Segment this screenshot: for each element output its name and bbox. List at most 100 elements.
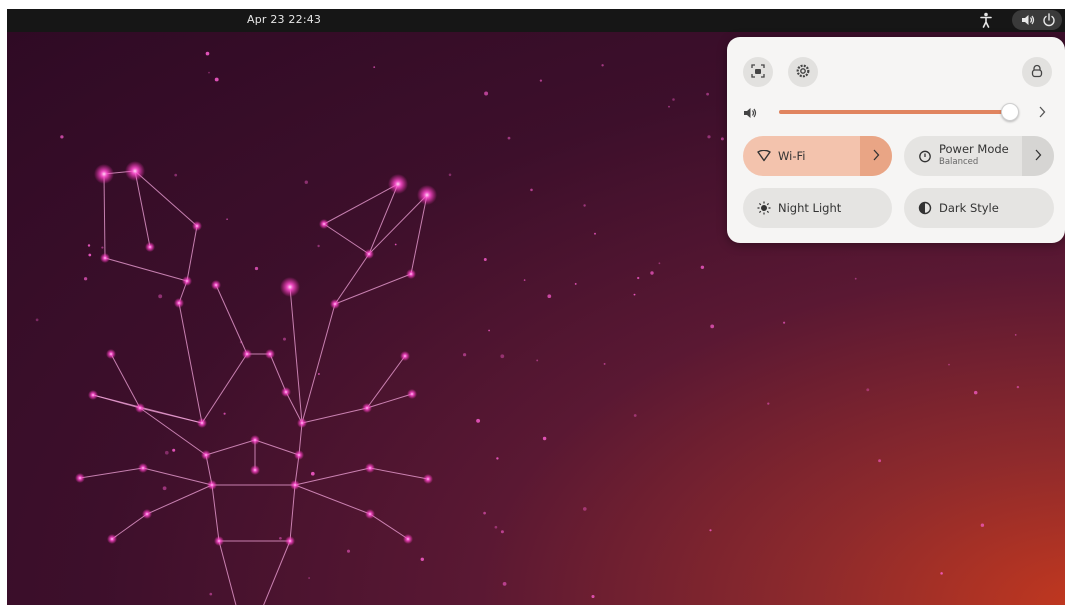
constellation-line <box>263 540 291 605</box>
volume-row <box>741 101 1051 123</box>
constellation-line <box>92 394 203 424</box>
background-star <box>583 204 586 207</box>
constellation-star <box>182 276 192 286</box>
constellation-line <box>215 284 248 355</box>
background-star <box>226 218 228 221</box>
constellation-line <box>104 257 188 282</box>
night-light-toggle[interactable]: Night Light <box>743 188 892 228</box>
dark-style-icon <box>918 201 932 215</box>
constellation-line <box>211 484 220 542</box>
background-star <box>707 135 711 139</box>
background-star <box>594 232 596 235</box>
constellation-star <box>207 480 217 490</box>
background-star <box>500 530 504 534</box>
background-star <box>214 77 219 82</box>
accessibility-icon[interactable] <box>980 12 992 31</box>
constellation-star <box>423 474 433 484</box>
background-star <box>530 188 533 192</box>
background-star <box>709 529 712 532</box>
constellation-line <box>186 225 198 282</box>
background-star <box>483 511 486 515</box>
background-star <box>462 353 467 357</box>
volume-slider-fill <box>779 110 1010 114</box>
volume-slider-handle[interactable] <box>1001 103 1020 121</box>
wifi-toggle[interactable]: Wi-Fi <box>743 136 892 176</box>
background-star <box>174 173 178 177</box>
background-star <box>83 277 88 281</box>
volume-slider[interactable] <box>779 103 1020 121</box>
screenshot-button[interactable] <box>743 57 773 87</box>
constellation-line <box>366 355 406 409</box>
settings-gear-icon <box>796 63 810 82</box>
background-star <box>940 572 943 575</box>
power-mode-menu-button[interactable] <box>1022 136 1054 176</box>
background-star <box>582 507 587 511</box>
constellation-star <box>94 164 114 184</box>
chevron-right-icon[interactable] <box>1037 104 1047 123</box>
background-star <box>420 557 424 561</box>
constellation-line <box>410 194 428 275</box>
constellation-line <box>301 407 368 424</box>
constellation-line <box>111 513 148 540</box>
background-star <box>394 243 397 246</box>
background-star <box>973 390 978 395</box>
background-star <box>448 173 452 177</box>
background-star <box>502 582 507 586</box>
wifi-menu-button[interactable] <box>860 136 892 176</box>
background-star <box>1014 334 1017 336</box>
background-star <box>373 66 376 68</box>
settings-button[interactable] <box>788 57 818 87</box>
lock-icon <box>1030 63 1044 82</box>
constellation-star <box>211 280 221 290</box>
background-star <box>87 244 91 247</box>
constellation-star <box>192 221 202 231</box>
volume-icon <box>743 105 757 124</box>
constellation-star <box>365 463 375 473</box>
desktop: Apr 23 22:43 Wi-Fi Power Mode Balanced N… <box>7 9 1065 605</box>
constellation-star <box>265 349 275 359</box>
constellation-star <box>100 253 110 263</box>
constellation-star <box>201 450 211 460</box>
system-menu-button[interactable] <box>1012 10 1062 30</box>
constellation-line <box>103 173 106 259</box>
constellation-line <box>369 513 409 540</box>
background-star <box>523 279 526 281</box>
clock[interactable]: Apr 23 22:43 <box>247 13 321 26</box>
background-star <box>162 486 167 491</box>
constellation-star <box>407 389 417 399</box>
background-star <box>710 324 715 329</box>
constellation-line <box>294 484 371 515</box>
constellation-line <box>294 467 371 486</box>
background-star <box>494 525 498 529</box>
power-mode-toggle[interactable]: Power Mode Balanced <box>904 136 1054 176</box>
constellation-star <box>362 403 372 413</box>
constellation-star <box>142 509 152 519</box>
chevron-right-icon <box>871 148 881 165</box>
constellation-star <box>294 450 304 460</box>
background-star <box>633 414 637 417</box>
constellation-line <box>142 467 213 486</box>
background-star <box>672 98 675 101</box>
constellation-star <box>285 536 295 546</box>
power-mode-sublabel: Balanced <box>939 157 979 167</box>
background-star <box>783 321 786 324</box>
background-star <box>283 337 286 341</box>
constellation-line <box>269 353 287 393</box>
constellation-line <box>323 223 370 255</box>
lock-button[interactable] <box>1022 57 1052 87</box>
constellation-star <box>145 242 155 252</box>
background-star <box>767 402 770 405</box>
constellation-line <box>323 183 399 225</box>
dark-style-toggle[interactable]: Dark Style <box>904 188 1054 228</box>
constellation-star <box>106 349 116 359</box>
constellation-star <box>125 161 145 181</box>
background-star <box>279 536 282 540</box>
power-mode-text: Power Mode Balanced <box>939 143 1009 169</box>
background-star <box>700 265 705 269</box>
background-star <box>158 294 163 299</box>
power-mode-label: Power Mode <box>939 142 1009 156</box>
background-star <box>603 362 606 365</box>
constellation-star <box>290 480 300 490</box>
night-light-label: Night Light <box>778 201 842 215</box>
top-bar: Apr 23 22:43 <box>7 9 1065 32</box>
